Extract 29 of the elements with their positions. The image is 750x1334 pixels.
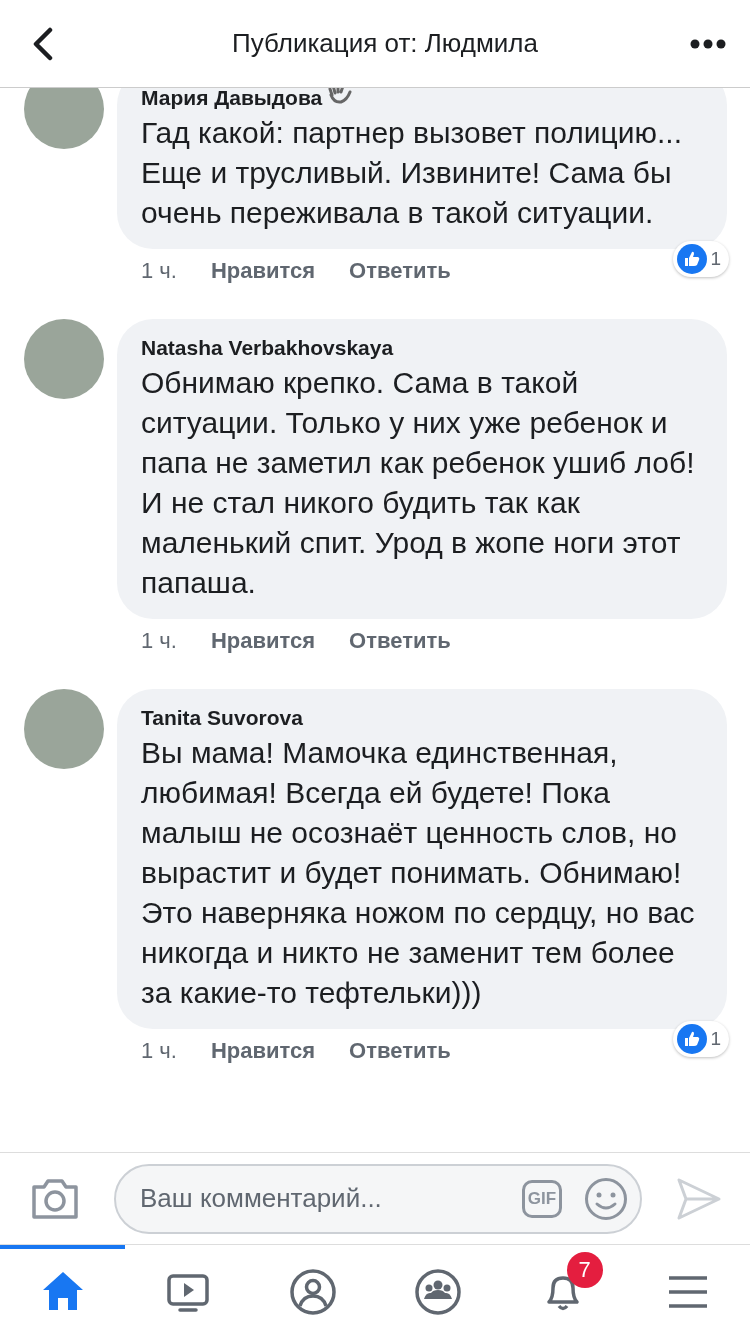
comment-text: Вы мама! Мамочка единственная, любимая! Всегда ей будете! Пока малыш не осознаёт ценность слов, но вырастит и будет понимать. Обнимаю! Это наверняка ножом по сердцу, но вас никогда и никто не заменит тем более за какие-то тефтельки))) <box>141 735 696 1011</box>
post-title: Публикация от: Людмила <box>231 28 539 59</box>
author-name[interactable]: Tanita Suvorova <box>141 703 303 733</box>
avatar-photo[interactable] <box>24 88 104 149</box>
reply-link[interactable]: Ответить <box>349 1036 451 1066</box>
reaction-count[interactable]: 1 <box>673 1021 729 1057</box>
like-icon <box>677 1024 708 1054</box>
comment-time: 1 ч. <box>141 257 177 285</box>
groups-icon <box>413 1267 462 1316</box>
profile-icon <box>288 1267 337 1316</box>
like-link[interactable]: Нравится <box>210 626 316 656</box>
tab[interactable]: 7 <box>500 1245 625 1334</box>
author-name[interactable]: Natasha Verbakhovskaya <box>141 333 394 363</box>
comment-time: 1 ч. <box>141 1037 177 1065</box>
like-link[interactable]: Нравится <box>210 1036 316 1066</box>
comment-text: Гад какой: партнер вызовет полицию... Еще и трусливый. Извините! Сама бы очень переживала в такой ситуации. <box>141 115 684 231</box>
reply-link[interactable]: Ответить <box>349 256 451 286</box>
reply-link[interactable]: Ответить <box>349 626 451 656</box>
author-name[interactable]: Мария Давыдова <box>141 88 323 113</box>
comment-time: 1 ч. <box>141 627 177 655</box>
like-icon <box>677 244 708 274</box>
more-options-icon[interactable] <box>690 38 726 49</box>
like-link[interactable]: Нравится <box>210 256 316 286</box>
comment-text: Обнимаю крепко. Сама в такой ситуации. Только у них уже ребенок и папа не заметил как ребенок ушиб лоб! И не стал никого будить так как маленький спит. Урод в жопе ноги этот папаша. <box>141 365 696 601</box>
reaction-count[interactable]: 1 <box>673 241 729 277</box>
waving-hand-icon <box>328 88 353 105</box>
notification-count: 7 <box>566 1252 603 1288</box>
camera-icon[interactable] <box>30 1176 80 1221</box>
emoji-icon[interactable] <box>584 1176 628 1221</box>
